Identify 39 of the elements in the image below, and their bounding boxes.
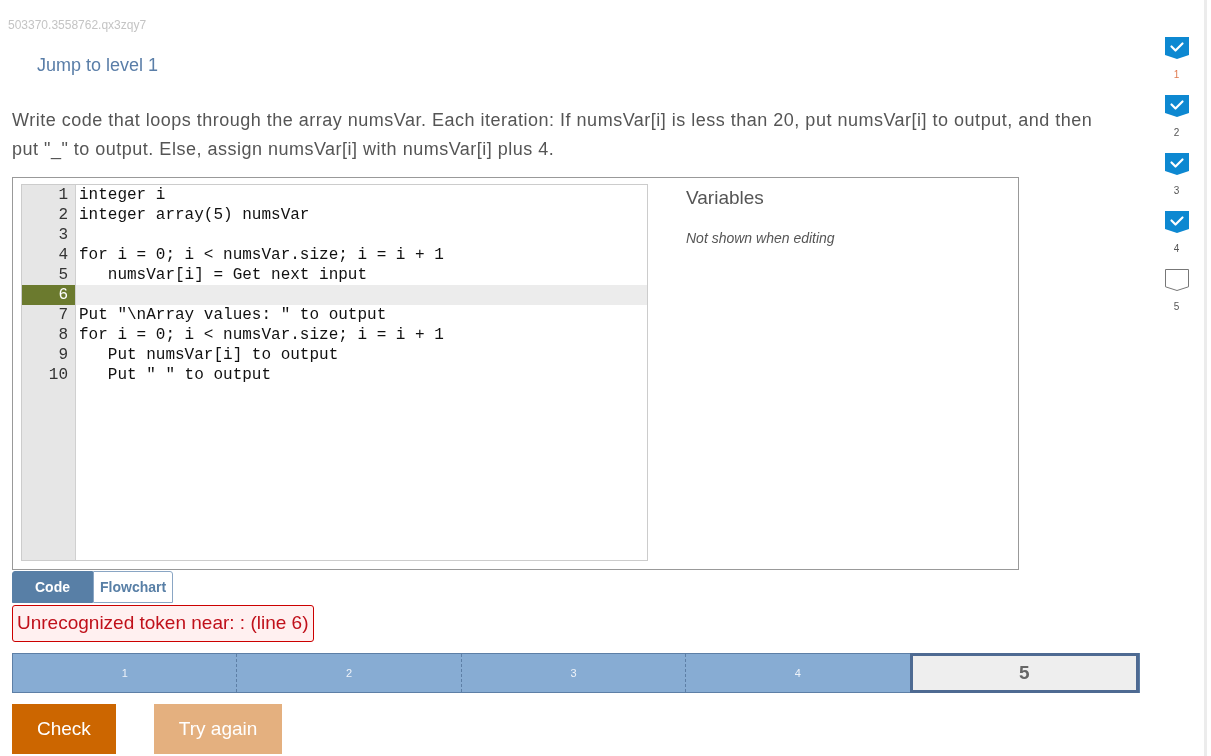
- checked-checkbox-icon[interactable]: [1164, 153, 1189, 175]
- line-number: 6: [22, 285, 75, 305]
- code-editor[interactable]: [21, 184, 648, 561]
- line-number: 1: [57, 185, 69, 205]
- line-number: 10: [47, 365, 69, 385]
- checked-checkbox-icon[interactable]: [1164, 37, 1189, 59]
- instructions-text: Write code that loops through the array numsVar. Each iteration: If numsVar[i] is less than 20, put numsVar[i] to output, and then put "_" to output. Else, assign numsVar[i] with numsVar[i] plus 4.: [12, 109, 1094, 162]
- code-line: numsVar[i] = Get next input: [106, 265, 369, 285]
- variables-heading: Variables: [686, 187, 765, 209]
- code-line: integer i: [78, 185, 167, 205]
- empty-checkbox-icon[interactable]: [1164, 269, 1189, 291]
- tab[interactable]: Code: [12, 571, 93, 603]
- level-number: 2: [1173, 127, 1180, 139]
- code-line: for i = 0; i < numsVar.size; i = i + 1: [78, 245, 445, 265]
- line-number: 9: [57, 345, 69, 365]
- code-line: integer array(5) numsVar: [78, 205, 311, 225]
- jump-to-level-link[interactable]: Jump to level 1: [37, 55, 159, 75]
- line-number: 3: [57, 225, 69, 245]
- checked-checkbox-icon[interactable]: [1164, 95, 1189, 117]
- error-message: Unrecognized token near: : (line 6): [12, 605, 314, 642]
- page-id: 503370.3558762.qx3zqy7: [8, 18, 147, 32]
- level-number: 4: [1173, 243, 1180, 255]
- line-number: 5: [57, 265, 69, 285]
- level-number: 5: [1173, 301, 1180, 313]
- check-button[interactable]: Check: [12, 704, 116, 754]
- progress-segment[interactable]: 5: [909, 653, 1140, 693]
- code-line: Put "\nArray values: " to output: [78, 305, 388, 325]
- checked-checkbox-icon[interactable]: [1164, 211, 1189, 233]
- level-number: 3: [1173, 185, 1180, 197]
- code-line: Put " " to output: [106, 365, 273, 385]
- line-number: 4: [57, 245, 69, 265]
- line-number: 8: [57, 325, 69, 345]
- level-number: 1: [1173, 69, 1180, 81]
- variables-note: Not shown when editing: [686, 229, 835, 247]
- tab[interactable]: Flowchart: [93, 571, 174, 603]
- line-number: 7: [57, 305, 69, 325]
- code-line: for i = 0; i < numsVar.size; i = i + 1: [78, 325, 445, 345]
- code-line: Put numsVar[i] to output: [106, 345, 340, 365]
- line-number: 2: [57, 205, 69, 225]
